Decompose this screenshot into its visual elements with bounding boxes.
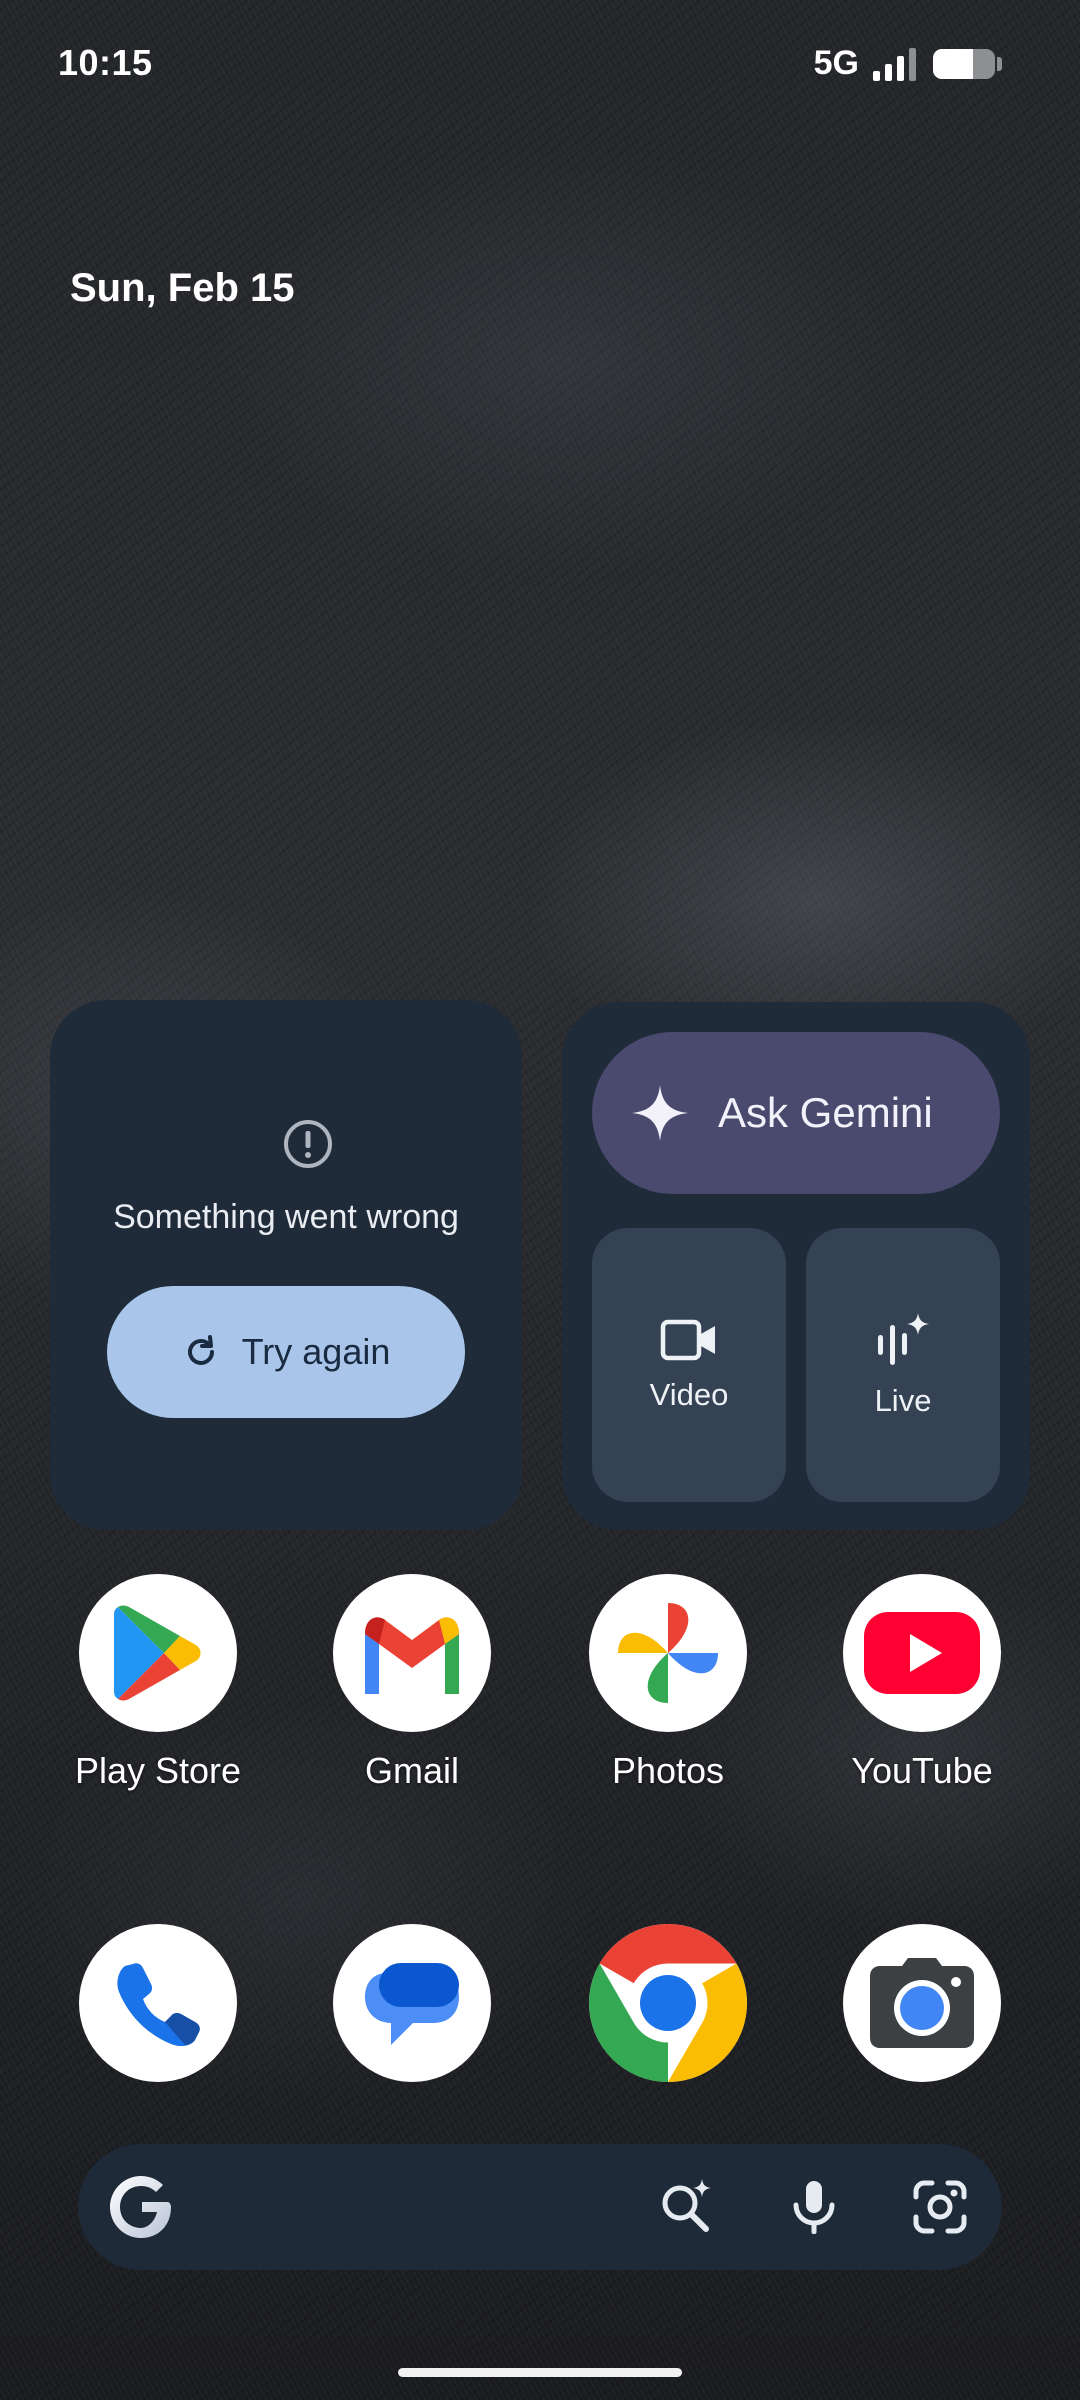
play-store-circle: [79, 1574, 237, 1732]
app-messages[interactable]: [302, 1924, 522, 2082]
status-indicators: 5G: [814, 44, 1002, 83]
gemini-video-button[interactable]: Video: [592, 1228, 786, 1502]
photos-circle: [589, 1574, 747, 1732]
battery-tip: [997, 56, 1002, 71]
chrome-icon: [589, 1924, 747, 2082]
home-indicator[interactable]: [398, 2368, 682, 2377]
live-label: Live: [874, 1383, 932, 1418]
app-camera[interactable]: [812, 1924, 1032, 2082]
refresh-icon: [187, 1335, 214, 1365]
lens-icon[interactable]: [910, 2177, 970, 2237]
gmail-icon: [365, 1617, 459, 1694]
video-label: Video: [649, 1377, 729, 1412]
youtube-label: YouTube: [851, 1750, 993, 1791]
play-store-icon: [114, 1605, 201, 1701]
gmail-label: Gmail: [364, 1750, 459, 1791]
battery-icon: [933, 48, 995, 79]
messages-circle: [333, 1924, 491, 2082]
phone-circle: [79, 1924, 237, 2082]
app-play-store[interactable]: Play Store: [48, 1574, 268, 1792]
ask-gemini-label: Ask Gemini: [718, 1089, 933, 1136]
ai-search-icon[interactable]: [656, 2177, 716, 2237]
app-photos[interactable]: Photos: [558, 1574, 778, 1792]
google-search-bar[interactable]: [78, 2144, 1002, 2270]
gemini-widget: Ask Gemini Video Live: [562, 1002, 1030, 1530]
app-youtube[interactable]: YouTube: [812, 1574, 1032, 1792]
status-time: 10:15: [58, 42, 153, 83]
play-store-label: Play Store: [74, 1750, 242, 1791]
camera-circle: [843, 1924, 1001, 2082]
app-chrome[interactable]: [558, 1924, 778, 2082]
gemini-live-button[interactable]: Live: [806, 1228, 1000, 1502]
app-gmail[interactable]: Gmail: [302, 1574, 522, 1792]
gmail-circle: [333, 1574, 491, 1732]
youtube-circle: [843, 1574, 1001, 1732]
network-label: 5G: [813, 44, 859, 82]
date-glance[interactable]: Sun, Feb 15: [70, 266, 295, 311]
camera-icon: [870, 1958, 974, 2048]
youtube-icon: [864, 1612, 980, 1694]
try-again-button[interactable]: Try again: [107, 1286, 465, 1418]
microphone-icon[interactable]: [784, 2177, 844, 2237]
photos-icon: [618, 1603, 718, 1703]
error-widget: Something went wrong Try again: [50, 1000, 522, 1530]
sparkle-icon: [632, 1085, 688, 1141]
app-phone[interactable]: [48, 1924, 268, 2082]
video-camera-icon: [660, 1319, 715, 1361]
live-waveform-icon: [878, 1313, 929, 1365]
alert-circle-icon: [284, 1120, 332, 1168]
try-again-label: Try again: [241, 1331, 391, 1372]
google-g-icon: [110, 2176, 171, 2238]
signal-icon: [873, 47, 916, 81]
error-message: Something went wrong: [113, 1198, 459, 1236]
phone-icon: [117, 1963, 200, 2046]
photos-label: Photos: [611, 1750, 725, 1791]
messages-icon: [365, 1963, 459, 2045]
ask-gemini-button[interactable]: Ask Gemini: [592, 1032, 1000, 1194]
